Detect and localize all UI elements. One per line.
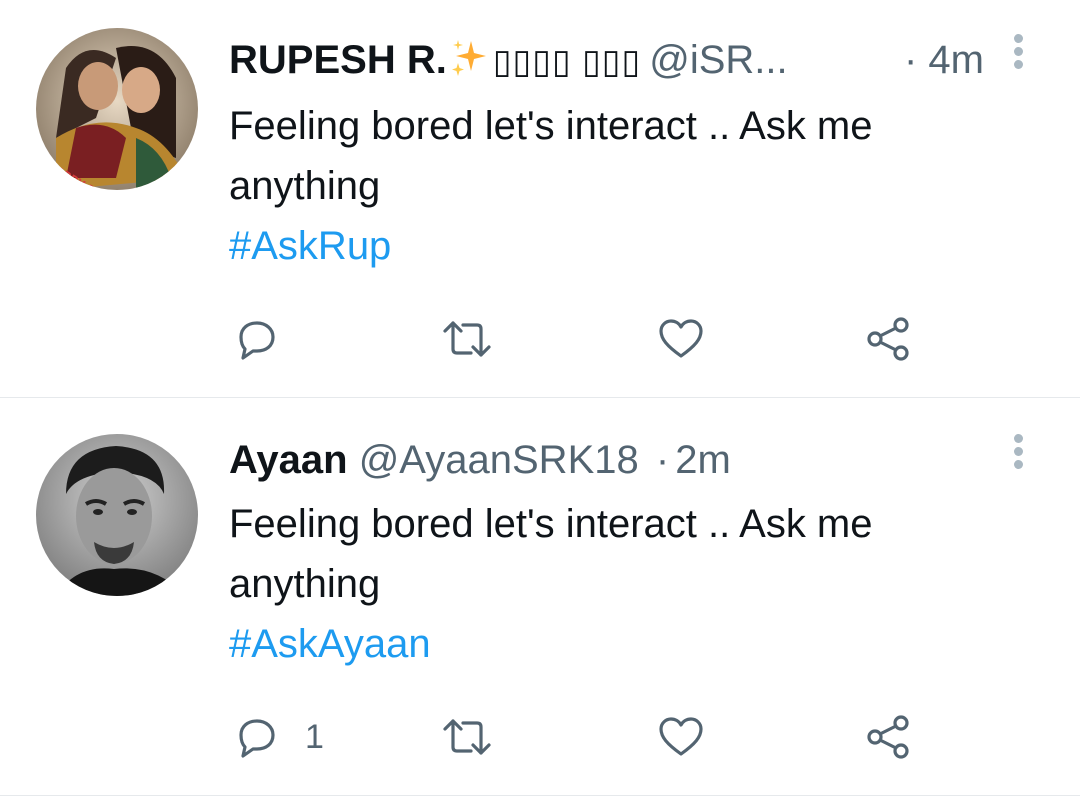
tweet[interactable]: HAPPY Birthday RUPESH R.▯▯▯▯ ▯▯▯@iSR... … — [0, 0, 1080, 398]
reply-button[interactable] — [233, 314, 305, 364]
like-button[interactable] — [657, 712, 705, 762]
hashtag-link[interactable]: #AskRup — [229, 216, 1000, 276]
more-icon — [1008, 434, 1028, 469]
timestamp[interactable]: 2m — [675, 438, 731, 482]
retweet-icon — [443, 719, 491, 755]
user-handle[interactable]: @iSR... — [649, 38, 787, 82]
hashtag-link[interactable]: #AskAyaan — [229, 614, 1000, 674]
tweet-body: Feeling bored let's interact .. Ask me a… — [229, 104, 873, 208]
tweet-body: Feeling bored let's interact .. Ask me a… — [229, 502, 873, 606]
sparkles-icon — [449, 37, 489, 88]
share-button[interactable] — [865, 712, 913, 762]
like-button[interactable] — [657, 314, 705, 364]
separator-dot: · — [903, 38, 918, 82]
reply-count: 1 — [305, 717, 324, 756]
reply-button[interactable]: 1 — [233, 712, 324, 762]
tweet[interactable]: Ayaan @AyaanSRK18 · 2m Feeling bored let'… — [0, 398, 1080, 796]
like-icon — [659, 717, 703, 756]
share-button[interactable] — [865, 314, 913, 364]
retweet-icon — [443, 321, 491, 357]
more-icon — [1008, 34, 1028, 69]
tweet-text: Feeling bored let's interact .. Ask me a… — [229, 494, 1000, 674]
user-handle[interactable]: @AyaanSRK18 — [359, 438, 639, 482]
tweet-text: Feeling bored let's interact .. Ask me a… — [229, 96, 1000, 276]
tweet-header: Ayaan @AyaanSRK18 · 2m — [229, 436, 988, 484]
reply-icon — [239, 321, 275, 360]
like-icon — [659, 319, 703, 358]
avatar[interactable]: HAPPY Birthday — [36, 28, 198, 190]
retweet-button[interactable] — [439, 314, 495, 364]
avatar[interactable] — [36, 434, 198, 596]
more-options-button[interactable] — [1008, 434, 1028, 474]
avatar-image — [36, 434, 198, 596]
more-options-button[interactable] — [1008, 34, 1028, 74]
timestamp[interactable]: · 4m — [904, 36, 984, 84]
display-name[interactable]: RUPESH R. — [229, 38, 447, 82]
tweet-actions: 1 — [229, 712, 1080, 762]
reply-icon — [239, 719, 275, 758]
avatar-image: HAPPY Birthday — [36, 28, 198, 190]
retweet-button[interactable] — [439, 712, 495, 762]
share-icon — [867, 715, 909, 759]
separator-dot: · — [655, 438, 670, 482]
tweet-header: RUPESH R. ▯▯▯▯ ▯▯▯ @iSR... — [229, 36, 988, 88]
timeline: HAPPY Birthday RUPESH R.▯▯▯▯ ▯▯▯@iSR... … — [0, 0, 1080, 804]
display-name-glyphs: ▯▯▯▯ ▯▯▯ — [492, 43, 642, 81]
time-label: 4m — [928, 38, 984, 82]
share-icon — [867, 317, 909, 361]
display-name[interactable]: Ayaan — [229, 438, 348, 482]
tweet-actions — [229, 314, 1080, 364]
